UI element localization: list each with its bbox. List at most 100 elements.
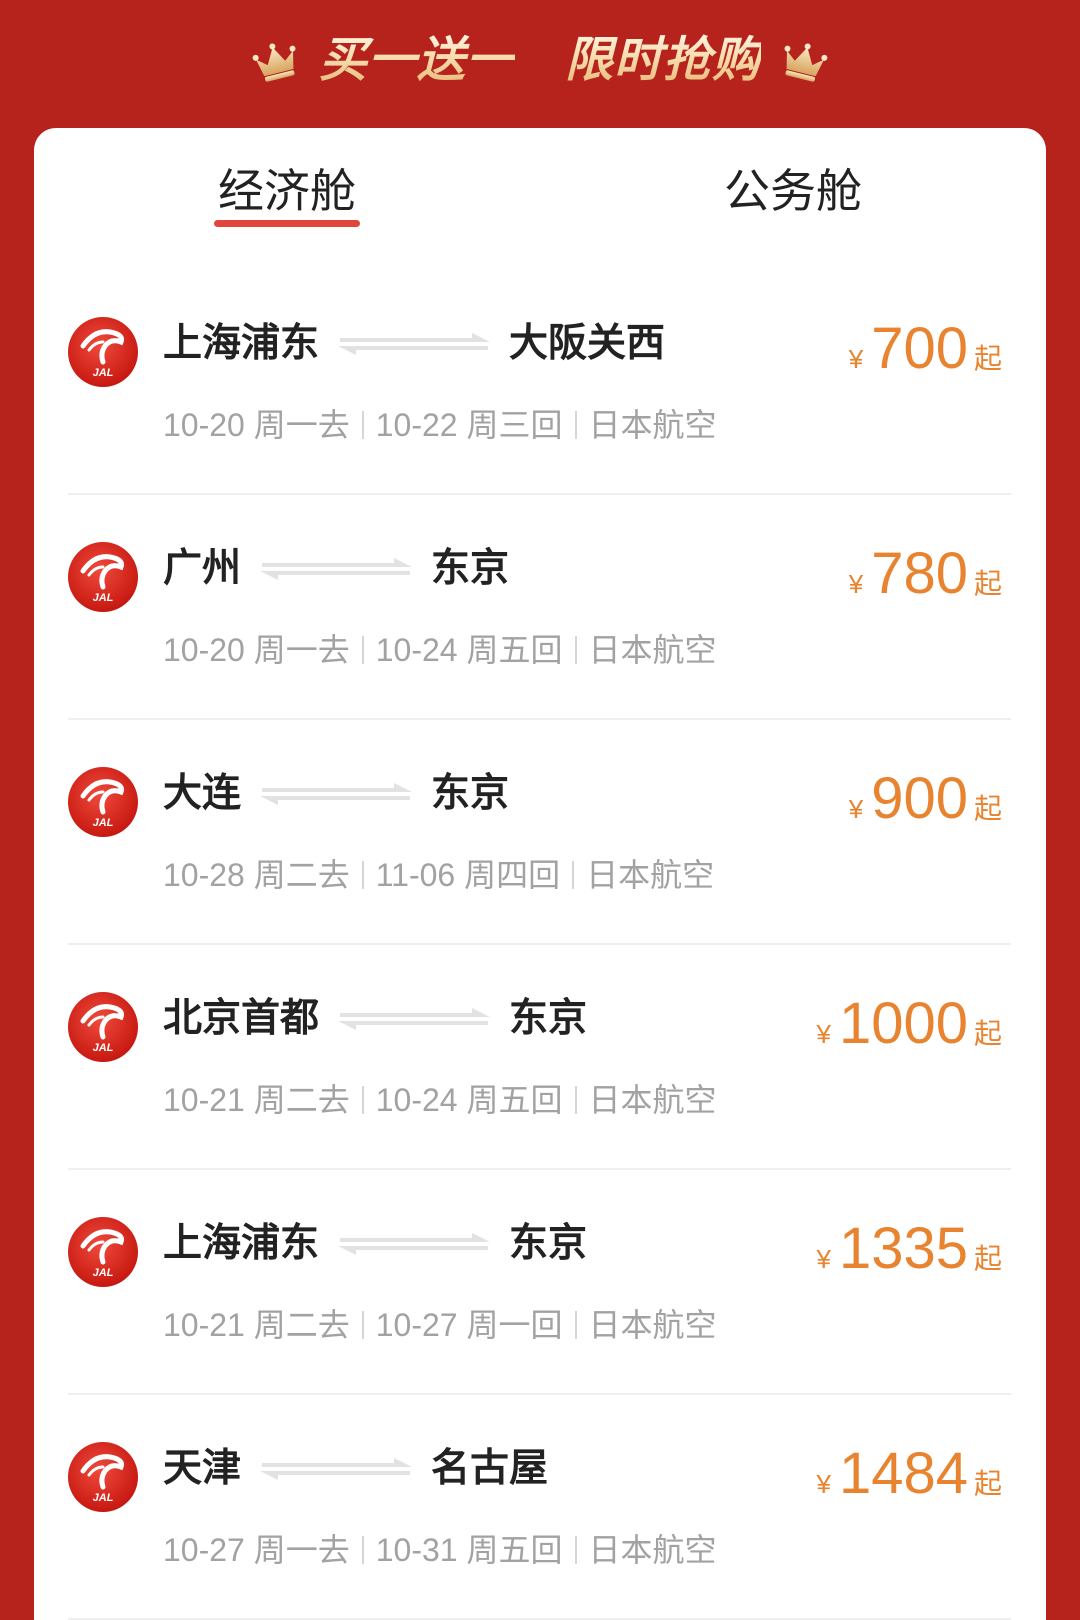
flight-list-card: 经济舱 公务舱 JAL 上海浦东 大阪关西 ¥ 700 起 10-20 周一去 … [34, 128, 1046, 1620]
route: 上海浦东 东京 [163, 1222, 587, 1266]
airline-name: 日本航空 [588, 632, 717, 668]
route: 天津 名古屋 [163, 1447, 548, 1491]
price-suffix: 起 [973, 343, 1002, 374]
jal-logo-text: JAL [93, 367, 114, 379]
flight-list: JAL 上海浦东 大阪关西 ¥ 700 起 10-20 周一去 10-22 周三… [34, 270, 1046, 1620]
price-value: 700 [871, 316, 968, 381]
flight-row[interactable]: JAL 上海浦东 东京 ¥ 1335 起 10-21 周二去 10-27 周一回 [34, 1170, 1046, 1395]
separator [574, 1311, 577, 1339]
destination-city: 东京 [431, 547, 510, 590]
price-value: 900 [871, 766, 968, 831]
route: 上海浦东 大阪关西 [163, 322, 665, 366]
depart-date: 10-21 周二去 [163, 1082, 350, 1118]
jal-logo-text: JAL [93, 1042, 114, 1054]
price-value: 1000 [838, 991, 968, 1056]
price: ¥ 1000 起 [816, 989, 1002, 1059]
airline-name: 日本航空 [586, 857, 715, 893]
round-trip-arrow-icon [260, 783, 413, 805]
separator [361, 411, 364, 439]
depart-date: 10-21 周二去 [163, 1307, 350, 1343]
origin-city: 天津 [163, 1447, 242, 1490]
price: ¥ 700 起 [849, 314, 1002, 384]
cabin-tabs: 经济舱 公务舱 [34, 128, 1046, 270]
trip-details: 10-20 周一去 10-24 周五回 日本航空 [163, 630, 717, 670]
price-suffix: 起 [973, 1468, 1002, 1499]
separator [574, 1086, 577, 1114]
separator [361, 636, 364, 664]
round-trip-arrow-icon [338, 1233, 491, 1255]
flight-row[interactable]: JAL 广州 东京 ¥ 780 起 10-20 周一去 10-24 周五回 日本… [34, 495, 1046, 720]
flight-row[interactable]: JAL 大连 东京 ¥ 900 起 10-28 周二去 11-06 周四回 日本… [34, 720, 1046, 945]
currency-symbol: ¥ [848, 344, 864, 374]
return-date: 10-24 周五回 [375, 1082, 563, 1118]
banner-title-right: 限时抢购 [565, 31, 761, 91]
flight-row[interactable]: JAL 上海浦东 大阪关西 ¥ 700 起 10-20 周一去 10-22 周三… [34, 270, 1046, 495]
jal-logo-text: JAL [93, 592, 114, 604]
round-trip-arrow-icon [260, 1458, 413, 1480]
trip-details: 10-28 周二去 11-06 周四回 日本航空 [163, 855, 714, 895]
round-trip-arrow-icon [260, 558, 413, 580]
separator [361, 1536, 364, 1564]
currency-symbol: ¥ [816, 1244, 831, 1274]
separator [574, 411, 577, 439]
destination-city: 东京 [509, 997, 588, 1040]
depart-date: 10-20 周一去 [163, 632, 350, 668]
airline-name: 日本航空 [588, 407, 717, 443]
promo-banner: 买一送一 限时抢购 [0, 0, 1080, 128]
route: 广州 东京 [163, 547, 509, 591]
price-suffix: 起 [973, 568, 1002, 599]
return-date: 10-31 周五回 [375, 1532, 563, 1568]
separator [361, 1311, 364, 1339]
flight-row[interactable]: JAL 天津 名古屋 ¥ 1484 起 10-27 周一去 10-31 周五回 [34, 1395, 1046, 1620]
airline-name: 日本航空 [588, 1532, 717, 1568]
price: ¥ 900 起 [849, 764, 1002, 834]
separator [361, 1086, 364, 1114]
price-value: 1484 [838, 1441, 968, 1506]
jal-logo-text: JAL [93, 1492, 114, 1504]
price-suffix: 起 [973, 1018, 1002, 1049]
destination-city: 东京 [509, 1222, 588, 1265]
currency-symbol: ¥ [848, 569, 864, 599]
airline-name: 日本航空 [588, 1307, 717, 1343]
price-suffix: 起 [973, 1243, 1002, 1274]
tab-economy[interactable]: 经济舱 [34, 161, 540, 221]
price-value: 780 [871, 541, 968, 606]
return-date: 10-27 周一回 [375, 1307, 563, 1343]
crown-icon [252, 43, 296, 82]
origin-city: 上海浦东 [163, 1222, 320, 1265]
trip-details: 10-27 周一去 10-31 周五回 日本航空 [163, 1530, 717, 1570]
origin-city: 上海浦东 [163, 322, 320, 365]
price-suffix: 起 [973, 793, 1002, 824]
trip-details: 10-21 周二去 10-24 周五回 日本航空 [163, 1080, 717, 1120]
origin-city: 北京首都 [163, 997, 320, 1040]
route: 北京首都 东京 [163, 997, 587, 1041]
price: ¥ 780 起 [849, 539, 1002, 609]
depart-date: 10-27 周一去 [163, 1532, 350, 1568]
jal-logo-icon: JAL [68, 542, 138, 612]
jal-logo-icon: JAL [68, 1217, 138, 1287]
origin-city: 大连 [163, 772, 242, 815]
depart-date: 10-28 周二去 [163, 857, 350, 893]
round-trip-arrow-icon [338, 1008, 491, 1030]
separator [574, 1536, 577, 1564]
flight-row[interactable]: JAL 北京首都 东京 ¥ 1000 起 10-21 周二去 10-24 周五回 [34, 945, 1046, 1170]
currency-symbol: ¥ [816, 1019, 831, 1049]
jal-logo-text: JAL [93, 1267, 114, 1279]
round-trip-arrow-icon [338, 333, 491, 355]
destination-city: 大阪关西 [509, 322, 666, 365]
return-date: 11-06 周四回 [375, 857, 561, 893]
trip-details: 10-21 周二去 10-27 周一回 日本航空 [163, 1305, 717, 1345]
return-date: 10-24 周五回 [375, 632, 563, 668]
separator [574, 636, 577, 664]
jal-logo-icon: JAL [68, 992, 138, 1062]
jal-logo-icon: JAL [68, 317, 138, 387]
tab-business[interactable]: 公务舱 [540, 161, 1046, 221]
trip-details: 10-20 周一去 10-22 周三回 日本航空 [163, 405, 717, 445]
active-tab-indicator [214, 220, 360, 227]
price: ¥ 1484 起 [816, 1439, 1002, 1509]
price: ¥ 1335 起 [816, 1214, 1002, 1284]
return-date: 10-22 周三回 [375, 407, 563, 443]
currency-symbol: ¥ [848, 794, 864, 824]
jal-logo-text: JAL [93, 817, 114, 829]
jal-logo-icon: JAL [68, 1442, 138, 1512]
